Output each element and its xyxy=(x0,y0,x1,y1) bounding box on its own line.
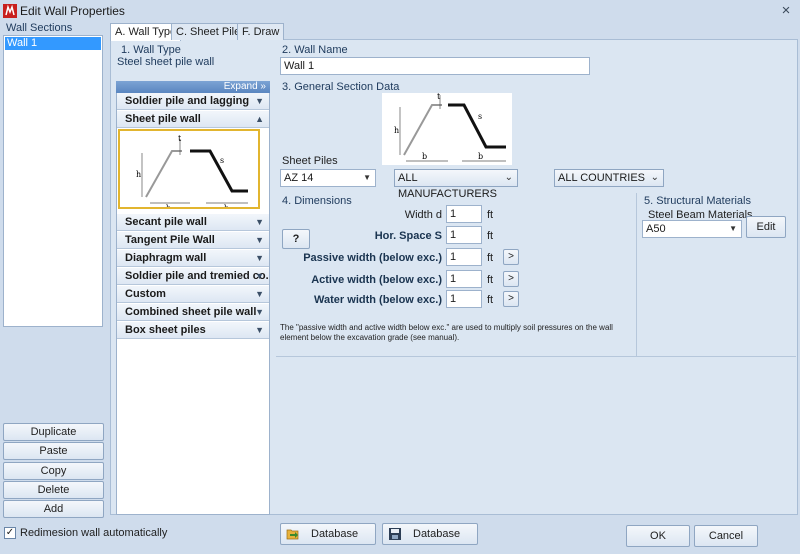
wall-sections-label: Wall Sections xyxy=(6,22,73,34)
wall-section-item[interactable]: Wall 1 xyxy=(5,37,101,50)
dimensions-section-label: 4. Dimensions xyxy=(282,195,352,207)
svg-text:h: h xyxy=(394,126,399,135)
svg-text:t: t xyxy=(178,134,182,143)
materials-section-label: 5. Structural Materials xyxy=(644,195,751,207)
wall-type-value: Steel sheet pile wall xyxy=(117,56,215,68)
delete-button[interactable]: Delete xyxy=(3,481,104,499)
ok-button[interactable]: OK xyxy=(626,525,690,547)
svg-text:s: s xyxy=(478,112,482,121)
svg-text:h: h xyxy=(136,170,141,179)
water-width-unit: ft xyxy=(487,294,494,306)
tab-draw[interactable]: F. Draw xyxy=(237,23,285,40)
wall-type-item-tangent-pile[interactable]: Tangent Pile Wall ▼ xyxy=(117,232,269,249)
svg-text:s: s xyxy=(220,156,224,165)
wall-type-item-diaphragm[interactable]: Diaphragm wall ▼ xyxy=(117,250,269,267)
wall-type-item-combined-sheet[interactable]: Combined sheet pile wall ▼ xyxy=(117,304,269,321)
app-icon xyxy=(3,4,17,18)
wall-name-section-label: 2. Wall Name xyxy=(282,44,348,56)
passive-width-label: Passive width (below exc.) xyxy=(303,252,442,264)
paste-button[interactable]: Paste xyxy=(3,442,104,460)
database-save-button[interactable]: Database xyxy=(382,523,478,545)
divider xyxy=(636,193,637,356)
water-width-input[interactable]: 1 xyxy=(446,290,482,308)
sheet-pile-preview[interactable]: h b b t s xyxy=(118,129,260,213)
hor-space-unit: ft xyxy=(487,230,494,242)
sheet-pile-diagram: h b b t s xyxy=(136,134,248,213)
wall-type-item-custom[interactable]: Custom ▼ xyxy=(117,286,269,303)
chevron-up-icon: ▲ xyxy=(255,114,264,124)
water-width-label: Water width (below exc.) xyxy=(314,294,442,306)
redimension-label: Redimesion wall automatically xyxy=(20,527,168,539)
wall-type-item-secant-pile[interactable]: Secant pile wall ▼ xyxy=(117,214,269,231)
wall-sections-list[interactable]: Wall 1 xyxy=(3,35,103,327)
svg-text:b: b xyxy=(166,204,171,207)
sheet-piles-label: Sheet Piles xyxy=(282,155,338,167)
dropdown-arrow-icon: ▼ xyxy=(363,173,371,182)
chevron-down-icon: ▼ xyxy=(255,253,264,263)
svg-text:b: b xyxy=(422,152,427,161)
folder-open-icon xyxy=(286,529,299,540)
dimensions-note: The "passive width and active width belo… xyxy=(280,323,613,342)
wall-type-section-label: 1. Wall Type xyxy=(121,44,181,56)
section-profile-diagram: h b b t s xyxy=(394,92,506,162)
general-section-label: 3. General Section Data xyxy=(282,81,400,93)
active-width-unit: ft xyxy=(487,274,494,286)
chevron-down-icon: ▼ xyxy=(255,217,264,227)
wall-name-input[interactable]: Wall 1 xyxy=(280,57,590,75)
duplicate-button[interactable]: Duplicate xyxy=(3,423,104,441)
add-button[interactable]: Add xyxy=(3,500,104,518)
manufacturer-select[interactable]: ALL MANUFACTURERS ⌄ xyxy=(394,169,518,200)
active-width-button[interactable]: > xyxy=(503,271,519,287)
svg-text:b: b xyxy=(224,204,229,207)
active-width-input[interactable]: 1 xyxy=(446,270,482,288)
save-disk-icon xyxy=(389,528,401,540)
redimension-checkbox[interactable]: ✓ xyxy=(4,527,16,539)
wall-type-item-soldier-tremied[interactable]: Soldier pile and tremied co... ▼ xyxy=(117,268,269,285)
water-width-button[interactable]: > xyxy=(503,291,519,307)
window-title: Edit Wall Properties xyxy=(20,4,125,18)
copy-button[interactable]: Copy xyxy=(3,462,104,480)
width-d-label: Width d xyxy=(404,209,442,221)
section-profile-image: h b b t s xyxy=(382,92,512,165)
chevron-down-icon: ▼ xyxy=(255,235,264,245)
edit-material-button[interactable]: Edit xyxy=(746,216,786,238)
chevron-down-icon: ▼ xyxy=(255,271,264,281)
chevron-down-icon: ⌄ xyxy=(650,172,659,183)
passive-width-input[interactable]: 1 xyxy=(446,248,482,266)
country-select[interactable]: ALL COUNTRIES ⌄ xyxy=(554,169,664,187)
chevron-down-icon: ▼ xyxy=(255,307,264,317)
passive-width-button[interactable]: > xyxy=(503,249,519,265)
chevron-down-icon: ▼ xyxy=(255,96,264,106)
chevron-down-icon: ▼ xyxy=(255,289,264,299)
width-d-unit: ft xyxy=(487,209,494,221)
wall-type-item-sheet-pile[interactable]: Sheet pile wall ▲ xyxy=(117,111,269,128)
expand-button[interactable]: Expand » xyxy=(116,81,270,93)
chevron-down-icon: ⌄ xyxy=(504,172,513,183)
divider xyxy=(276,356,796,357)
cancel-button[interactable]: Cancel xyxy=(694,525,758,547)
chevron-down-icon: ▼ xyxy=(255,325,264,335)
passive-width-unit: ft xyxy=(487,252,494,264)
wall-type-item-box-sheet[interactable]: Box sheet piles ▼ xyxy=(117,322,269,339)
hor-space-input[interactable]: 1 xyxy=(446,226,482,244)
svg-text:t: t xyxy=(437,93,441,101)
steel-beam-select[interactable]: A50 ▼ xyxy=(642,220,742,238)
wall-type-item-soldier-pile[interactable]: Soldier pile and lagging ▼ xyxy=(117,93,269,110)
hor-space-label: Hor. Space S xyxy=(374,230,442,242)
database-import-button[interactable]: Database xyxy=(280,523,376,545)
svg-text:b: b xyxy=(478,152,483,161)
active-width-label: Active width (below exc.) xyxy=(311,274,442,286)
width-d-input[interactable]: 1 xyxy=(446,205,482,223)
close-icon[interactable]: × xyxy=(778,2,794,19)
sheet-pile-select[interactable]: AZ 14 ▼ xyxy=(280,169,376,187)
dropdown-arrow-icon: ▼ xyxy=(729,224,737,233)
